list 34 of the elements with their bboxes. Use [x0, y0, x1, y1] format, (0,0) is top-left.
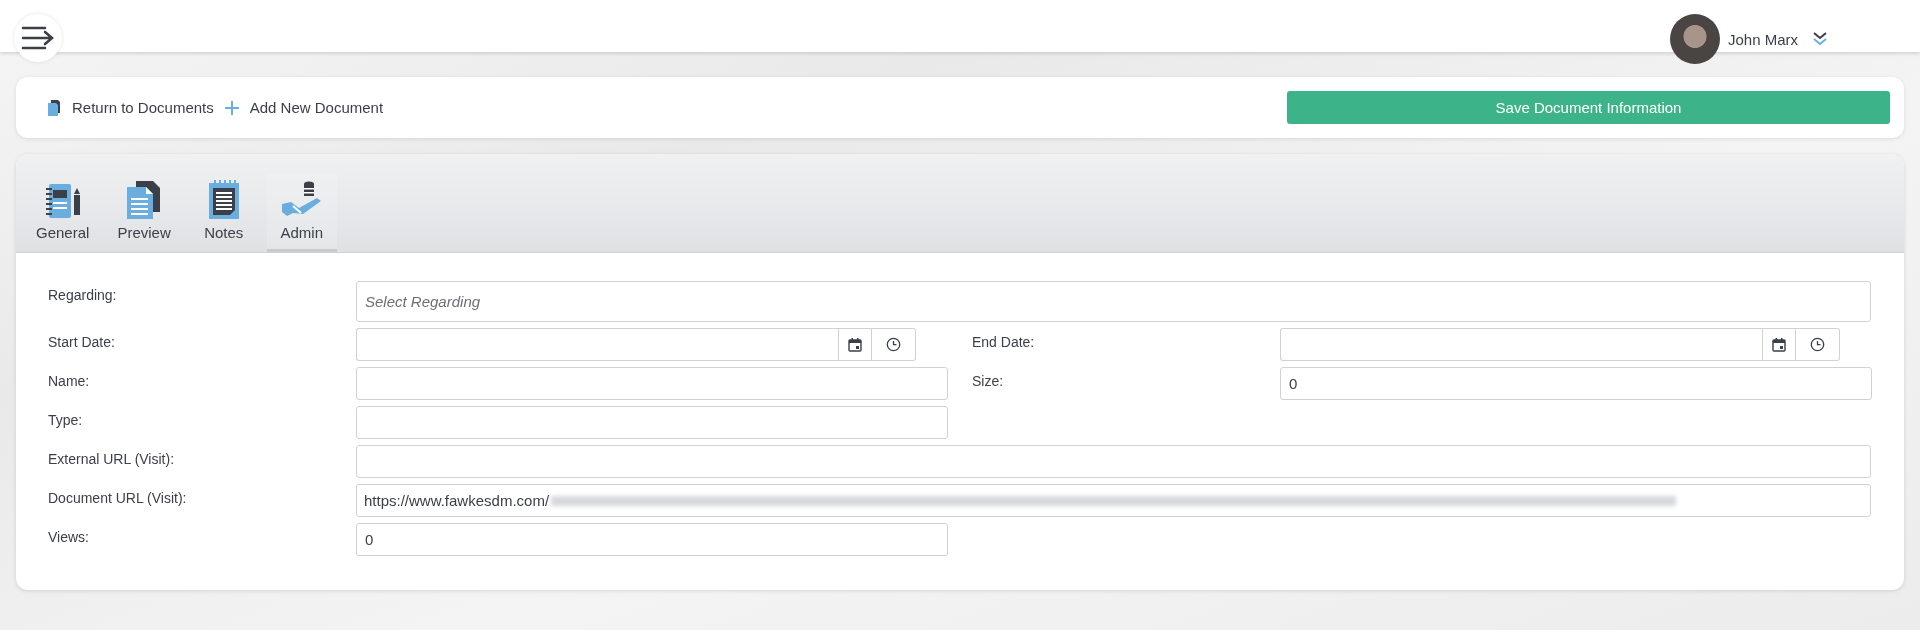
input-field[interactable]	[356, 406, 948, 439]
user-name: John Marx	[1727, 30, 1798, 48]
toolbar-link[interactable]: Return to Documents	[46, 99, 214, 116]
field-label: Type:	[48, 411, 84, 430]
field-label: End Date:	[972, 333, 1036, 352]
calendar-icon[interactable]	[1762, 328, 1796, 361]
tab[interactable]: Notes	[188, 174, 259, 252]
field-label: Name:	[48, 372, 91, 391]
input-field[interactable]	[356, 445, 1871, 478]
clock-icon[interactable]	[872, 328, 916, 361]
field-label: Size:	[972, 372, 1005, 391]
double-chevron-icon[interactable]	[1812, 31, 1828, 47]
field-label: Start Date:	[48, 333, 116, 352]
menu-icon[interactable]	[14, 14, 62, 62]
document-icon	[46, 99, 62, 116]
date-field[interactable]	[356, 328, 838, 361]
input-field[interactable]: 0	[1280, 367, 1872, 400]
field-label: External URL (Visit):	[48, 450, 176, 469]
avatar-photo[interactable]	[1669, 14, 1720, 64]
calendar-icon[interactable]	[838, 328, 872, 361]
select-field[interactable]: Select Regarding	[356, 281, 1871, 322]
plus-icon	[223, 99, 240, 116]
tab[interactable]: General	[26, 176, 100, 252]
field-label: Document URL (Visit):	[48, 489, 188, 508]
date-field[interactable]	[1280, 328, 1762, 361]
input-field[interactable]	[356, 367, 948, 400]
toolbar-link[interactable]: Add New Document	[223, 99, 384, 116]
input-field[interactable]: https://www.fawkesdm.com/	[356, 484, 1871, 517]
notepad-icon	[206, 180, 241, 220]
tab[interactable]: Preview	[107, 174, 181, 252]
field-label: Views:	[48, 528, 90, 547]
input-field[interactable]: 0	[356, 523, 948, 556]
clock-icon[interactable]	[1796, 328, 1840, 361]
field-label: Regarding:	[48, 286, 118, 305]
